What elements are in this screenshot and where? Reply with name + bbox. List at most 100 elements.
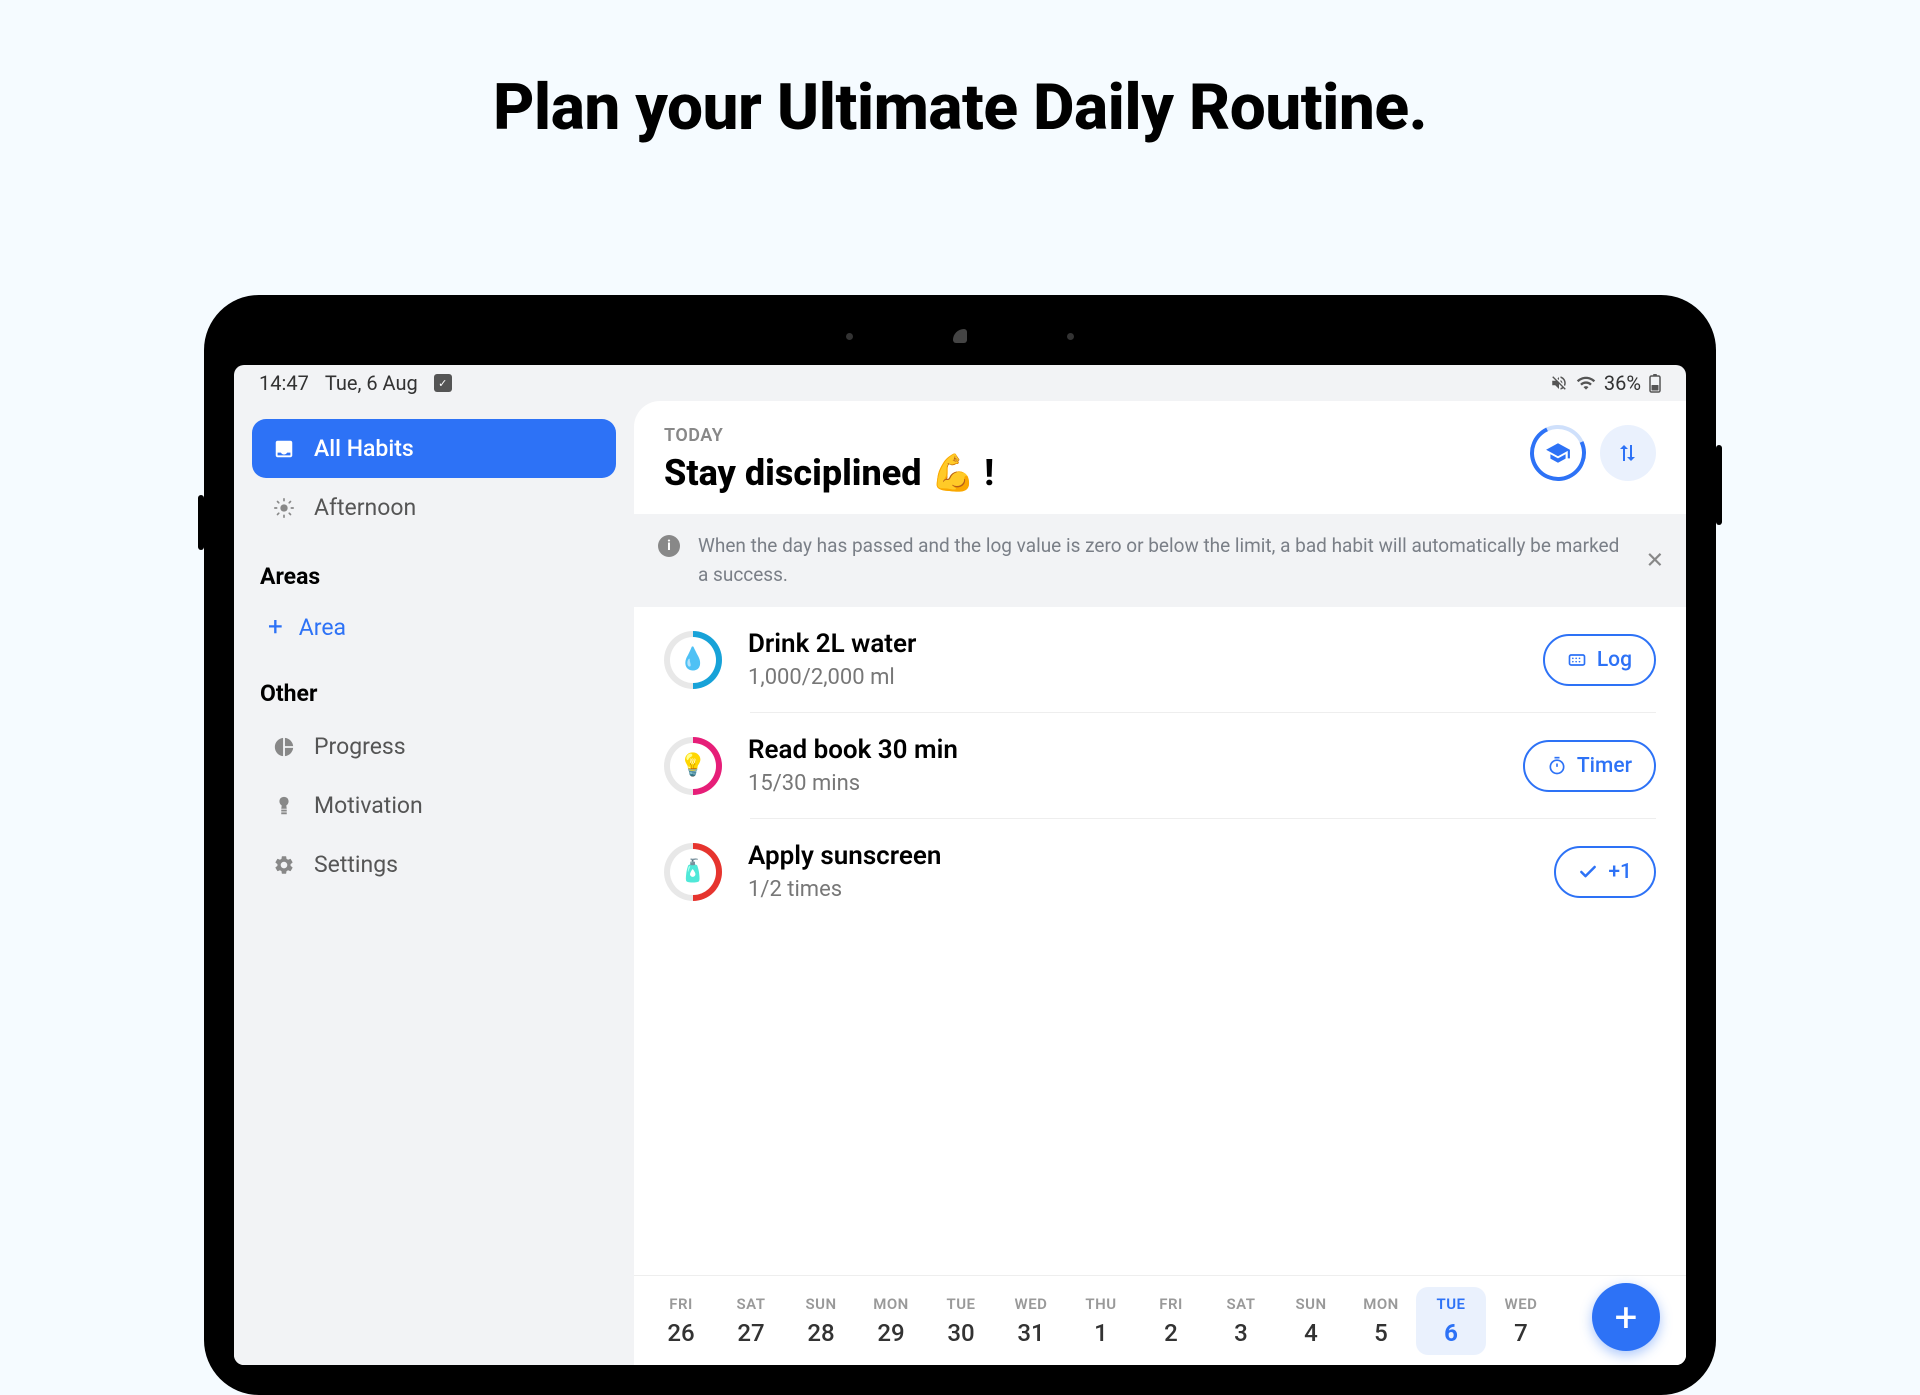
calendar-dow: WED (996, 1295, 1066, 1313)
sidebar-item-label: Motivation (314, 792, 423, 819)
habit-progress-ring: 💧 (664, 631, 722, 689)
calendar-day[interactable]: WED 7 (1486, 1287, 1556, 1355)
calendar-dow: WED (1486, 1295, 1556, 1313)
calendar-day[interactable]: SUN 28 (786, 1287, 856, 1355)
sidebar-item-all-habits[interactable]: All Habits (252, 419, 616, 478)
calendar-day[interactable]: SUN 4 (1276, 1287, 1346, 1355)
sidebar-item-motivation[interactable]: Motivation (252, 776, 616, 835)
sidebar: All Habits Afternoon Areas + Area Other (234, 401, 634, 1365)
calendar-dow: SUN (786, 1295, 856, 1313)
status-bar: 14:47 Tue, 6 Aug ✓ 36% (234, 365, 1686, 401)
sidebar-item-label: Afternoon (314, 494, 416, 521)
habit-row[interactable]: 💧 Drink 2L water 1,000/2,000 ml Log (634, 607, 1686, 712)
calendar-day[interactable]: WED31 (996, 1287, 1066, 1355)
calendar-date: 6 (1416, 1319, 1486, 1347)
calendar-strip: FRI26SAT27SUN28MON29TUE30WED31THU1FRI2SA… (634, 1275, 1686, 1365)
sidebar-section-areas: Areas (260, 563, 616, 590)
calendar-date: 5 (1346, 1319, 1416, 1347)
calendar-dow: TUE (926, 1295, 996, 1313)
calendar-dow: THU (1066, 1295, 1136, 1313)
add-area-button[interactable]: + Area (252, 600, 616, 654)
tablet-camera (846, 329, 1074, 343)
habit-action-button[interactable]: Log (1543, 634, 1656, 686)
habit-progress-ring: 💡 (664, 737, 722, 795)
calendar-day[interactable]: FRI 2 (1136, 1287, 1206, 1355)
calendar-date: 1 (1066, 1319, 1136, 1347)
habit-action-button[interactable]: +1 (1554, 846, 1656, 898)
habit-title: Apply sunscreen (748, 841, 1528, 871)
calendar-date: 28 (786, 1319, 856, 1347)
calendar-day[interactable]: SAT 3 (1206, 1287, 1276, 1355)
wifi-icon (1576, 373, 1596, 393)
habit-row[interactable]: 🧴 Apply sunscreen 1/2 times +1 (634, 819, 1686, 924)
habit-row[interactable]: 💡 Read book 30 min 15/30 mins Timer (634, 713, 1686, 818)
status-battery: 36% (1604, 371, 1641, 395)
sidebar-item-afternoon[interactable]: Afternoon (252, 478, 616, 537)
habit-list[interactable]: 💧 Drink 2L water 1,000/2,000 ml Log 💡 Read bo… (634, 607, 1686, 1275)
habit-action-button[interactable]: Timer (1523, 740, 1656, 792)
add-habit-fab[interactable]: + (1592, 1283, 1660, 1351)
battery-icon (1649, 373, 1661, 393)
calendar-dow: SAT (1206, 1295, 1276, 1313)
calendar-date: 29 (856, 1319, 926, 1347)
sidebar-section-other: Other (260, 680, 616, 707)
check-icon: ✓ (434, 374, 452, 392)
add-area-label: Area (299, 614, 346, 641)
habit-icon: 💧 (679, 647, 706, 672)
inbox-icon (272, 437, 296, 461)
calendar-day[interactable]: TUE 30 (926, 1287, 996, 1355)
sidebar-item-label: All Habits (314, 435, 414, 462)
calendar-day[interactable]: THU 1 (1066, 1287, 1136, 1355)
academy-button[interactable] (1522, 417, 1594, 489)
tablet-side-button (1716, 445, 1722, 525)
mute-icon (1550, 374, 1568, 392)
calendar-dow: MON (856, 1295, 926, 1313)
calendar-dow: TUE (1416, 1295, 1486, 1313)
habit-title: Drink 2L water (748, 629, 1517, 659)
calendar-dow: MON (1346, 1295, 1416, 1313)
calendar-day[interactable]: MON 29 (856, 1287, 926, 1355)
info-banner: i When the day has passed and the log va… (634, 514, 1686, 607)
pie-chart-icon (272, 735, 296, 759)
info-icon: i (658, 535, 680, 557)
habit-subtitle: 15/30 mins (748, 771, 1497, 796)
close-info-button[interactable]: ✕ (1646, 548, 1664, 573)
tablet-side-button (198, 495, 204, 550)
calendar-dow: SUN (1276, 1295, 1346, 1313)
habit-progress-ring: 🧴 (664, 843, 722, 901)
hero-title: Plan your Ultimate Daily Routine. (0, 70, 1920, 145)
sidebar-item-label: Progress (314, 733, 406, 760)
status-time: 14:47 (259, 371, 309, 395)
calendar-date: 3 (1206, 1319, 1276, 1347)
habit-subtitle: 1/2 times (748, 877, 1528, 902)
calendar-day[interactable]: FRI 26 (646, 1287, 716, 1355)
calendar-date: 2 (1136, 1319, 1206, 1347)
habit-subtitle: 1,000/2,000 ml (748, 665, 1517, 690)
calendar-day[interactable]: SAT27 (716, 1287, 786, 1355)
sun-icon (272, 496, 296, 520)
habit-icon: 💡 (679, 753, 706, 778)
calendar-day[interactable]: TUE 6 (1416, 1287, 1486, 1355)
sort-button[interactable] (1600, 425, 1656, 481)
tablet-screen: 14:47 Tue, 6 Aug ✓ 36% (234, 365, 1686, 1365)
habit-title: Read book 30 min (748, 735, 1497, 765)
today-label: TODAY (664, 425, 994, 446)
habit-icon: 🧴 (679, 859, 706, 884)
sidebar-item-label: Settings (314, 851, 398, 878)
calendar-date: 4 (1276, 1319, 1346, 1347)
calendar-day[interactable]: MON 5 (1346, 1287, 1416, 1355)
calendar-dow: FRI (1136, 1295, 1206, 1313)
sidebar-item-settings[interactable]: Settings (252, 835, 616, 894)
plus-icon: + (268, 612, 283, 642)
calendar-dow: FRI (646, 1295, 716, 1313)
gear-icon (272, 853, 296, 877)
calendar-date: 27 (716, 1319, 786, 1347)
tablet-frame: 14:47 Tue, 6 Aug ✓ 36% (204, 295, 1716, 1395)
calendar-date: 26 (646, 1319, 716, 1347)
info-text: When the day has passed and the log valu… (698, 532, 1662, 589)
status-date: Tue, 6 Aug (325, 371, 418, 395)
calendar-date: 7 (1486, 1319, 1556, 1347)
calendar-date: 30 (926, 1319, 996, 1347)
sidebar-item-progress[interactable]: Progress (252, 717, 616, 776)
tagline: Stay disciplined 💪 ! (664, 452, 994, 494)
